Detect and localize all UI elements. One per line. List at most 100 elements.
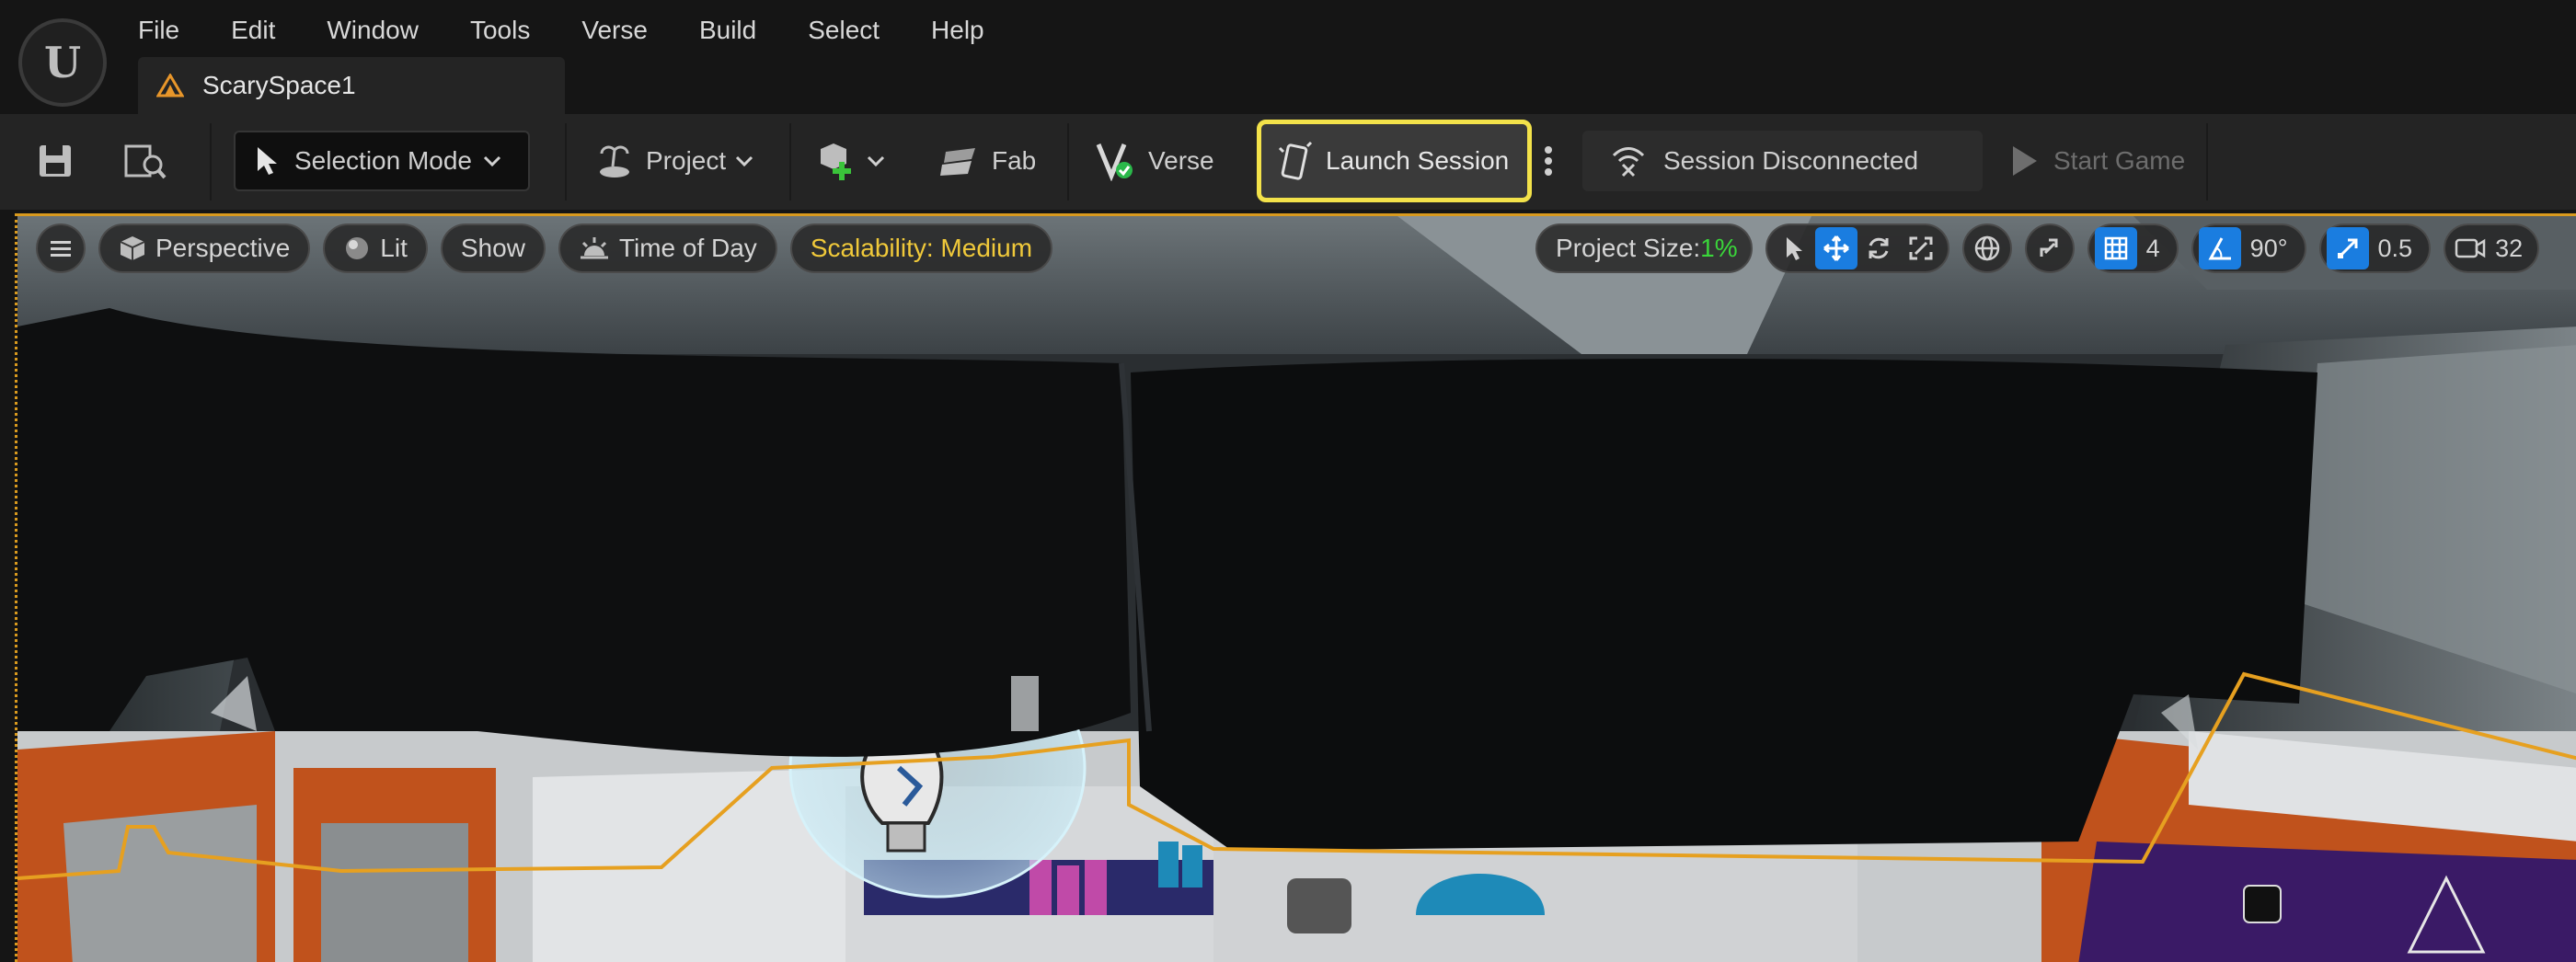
surface-snap-icon [2036, 235, 2064, 262]
chevron-down-icon [867, 155, 885, 167]
level-viewport[interactable]: Perspective Lit Show Time of Day Scalabi… [15, 213, 2576, 962]
scalability-label: Scalability: Medium [810, 234, 1033, 262]
wifi-disconnected-icon [1610, 144, 1647, 178]
start-game-label: Start Game [2053, 146, 2186, 175]
translate-tool-button[interactable] [1814, 227, 1857, 269]
main-toolbar: Selection Mode Project Fab Verse Launch … [0, 114, 2576, 210]
project-size-label: Project Size: [1556, 234, 1701, 262]
perspective-button[interactable]: Perspective [98, 223, 311, 273]
show-flags-button[interactable]: Show [440, 223, 546, 273]
menu-bar: File Edit Window Tools Verse Build Selec… [138, 9, 1036, 52]
more-vertical-icon [1544, 143, 1553, 179]
start-game-button[interactable]: Start Game [2009, 131, 2185, 191]
hamburger-menu-icon [49, 238, 73, 258]
project-label: Project [646, 146, 727, 175]
time-of-day-button[interactable]: Time of Day [558, 223, 777, 273]
add-actor-icon [815, 140, 857, 182]
level-tab[interactable]: ScarySpace1 [138, 57, 565, 114]
lit-sphere-icon [343, 235, 371, 262]
camera-icon [2455, 236, 2486, 260]
viewport-menu-button[interactable] [36, 223, 86, 273]
session-status[interactable]: Session Disconnected [1582, 131, 1984, 191]
select-tool-button[interactable] [1773, 227, 1815, 269]
cursor-icon [254, 145, 282, 177]
launch-session-label: Launch Session [1326, 146, 1510, 175]
viewport-right-controls: Project Size: 1% 4 90° 0.5 32 [1535, 223, 2552, 273]
toolbar-separator [2206, 123, 2208, 200]
unreal-logo-icon[interactable]: U [18, 18, 107, 107]
move-arrows-icon [1823, 235, 1850, 262]
fab-label: Fab [992, 146, 1037, 175]
menu-edit[interactable]: Edit [231, 9, 275, 52]
project-size-value: 1% [1700, 234, 1738, 262]
menu-verse[interactable]: Verse [581, 9, 648, 52]
launch-session-button[interactable]: Launch Session [1257, 120, 1533, 202]
menu-tools[interactable]: Tools [470, 9, 530, 52]
level-tab-title: ScarySpace1 [202, 71, 356, 99]
project-dropdown[interactable]: Project [596, 131, 753, 191]
project-warning-icon [156, 72, 184, 99]
save-icon [37, 143, 74, 179]
toolbar-separator [789, 123, 791, 200]
launch-device-icon [1276, 141, 1313, 181]
menu-build[interactable]: Build [699, 9, 756, 52]
scale-tool-button[interactable] [1900, 227, 1942, 269]
scale-snap-toggle[interactable] [2326, 227, 2369, 269]
fab-icon [938, 144, 979, 178]
toolbar-separator [1067, 123, 1069, 200]
rotation-snap-value[interactable]: 90° [2241, 235, 2299, 263]
angle-icon [2207, 235, 2233, 261]
rotate-tool-button[interactable] [1857, 227, 1900, 269]
scale-snap-group: 0.5 [2318, 223, 2432, 273]
surface-snap-button[interactable] [2029, 227, 2071, 269]
grid-snap-value[interactable]: 4 [2137, 235, 2171, 263]
verse-label: Verse [1148, 146, 1214, 175]
world-local-toggle[interactable] [1961, 223, 2012, 273]
scale-icon [1908, 235, 1934, 261]
sunrise-icon [579, 235, 610, 261]
view-mode-lit-button[interactable]: Lit [323, 223, 428, 273]
save-button[interactable] [37, 131, 74, 191]
content-browser-button[interactable] [123, 131, 167, 191]
session-status-label: Session Disconnected [1663, 146, 1919, 175]
project-island-icon [596, 143, 633, 179]
title-bar: U File Edit Window Tools Verse Build Sel… [0, 0, 2576, 114]
scalability-button[interactable]: Scalability: Medium [789, 223, 1053, 273]
rotation-snap-group: 90° [2191, 223, 2306, 273]
verse-button[interactable]: Verse [1095, 131, 1214, 191]
viewport-left-controls: Perspective Lit Show Time of Day Scalabi… [36, 223, 1065, 273]
session-options-button[interactable] [1544, 131, 1553, 191]
fab-button[interactable]: Fab [938, 131, 1036, 191]
toolbar-separator [565, 123, 567, 200]
verse-check-icon [1095, 141, 1135, 181]
menu-file[interactable]: File [138, 9, 179, 52]
menu-help[interactable]: Help [931, 9, 984, 52]
project-size-indicator: Project Size: 1% [1535, 223, 1753, 273]
add-actor-dropdown[interactable] [815, 131, 885, 191]
globe-icon [1973, 235, 2001, 262]
toolbar-separator [210, 123, 212, 200]
selection-mode-dropdown[interactable]: Selection Mode [234, 131, 530, 191]
transform-tools [1765, 223, 1949, 273]
scale-arrow-icon [2335, 235, 2361, 261]
camera-speed-button[interactable]: 32 [2444, 223, 2540, 273]
time-of-day-label: Time of Day [618, 234, 757, 262]
perspective-label: Perspective [155, 234, 291, 262]
surface-snapping-toggle[interactable] [2024, 223, 2075, 273]
grid-snap-group: 4 [2087, 223, 2179, 273]
world-space-button[interactable] [1966, 227, 2008, 269]
grid-snap-toggle[interactable] [2094, 227, 2137, 269]
scale-snap-value[interactable]: 0.5 [2369, 235, 2424, 263]
cube-icon [119, 235, 146, 262]
menu-window[interactable]: Window [327, 9, 419, 52]
show-label: Show [460, 234, 525, 262]
chevron-down-icon [735, 155, 753, 167]
grid-icon [2103, 235, 2129, 261]
viewport-scene [17, 216, 2576, 962]
menu-select[interactable]: Select [808, 9, 880, 52]
play-icon [2009, 144, 2039, 178]
camera-speed-value: 32 [2495, 234, 2524, 262]
rotation-snap-toggle[interactable] [2198, 227, 2241, 269]
rotate-icon [1865, 235, 1892, 262]
chevron-down-icon [483, 155, 501, 167]
